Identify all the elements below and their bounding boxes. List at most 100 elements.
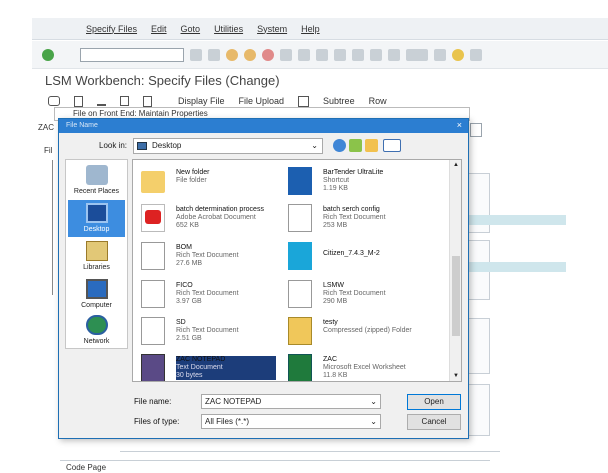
chevron-down-icon: ⌄	[311, 141, 318, 150]
places-bar: Recent Places Desktop Libraries Computer…	[65, 159, 128, 349]
delete-icon[interactable]	[120, 96, 129, 106]
cancel-button[interactable]: Cancel	[407, 414, 461, 430]
edit-icon[interactable]	[97, 97, 106, 106]
file-item-selected[interactable]: ZAC NOTEPAD Text Document 30 bytes	[138, 350, 288, 381]
find-icon[interactable]	[298, 48, 310, 61]
pdf-icon	[141, 204, 165, 232]
save-icon[interactable]	[208, 48, 220, 61]
menu-item-system[interactable]: System	[257, 24, 287, 34]
file-size: 27.6 MB	[176, 260, 203, 267]
find-next-icon[interactable]	[316, 48, 328, 61]
file-name-label: File name:	[134, 397, 172, 406]
stop-icon[interactable]	[262, 48, 274, 61]
place-recent-places[interactable]: Recent Places	[68, 162, 125, 199]
back-icon[interactable]	[190, 48, 202, 61]
open-button[interactable]: Open	[407, 394, 461, 410]
view-menu-icon[interactable]	[383, 139, 401, 152]
file-type: Rich Text Document	[176, 327, 239, 334]
bg-bottom-line	[60, 460, 490, 461]
file-item[interactable]: batch determination process Adobe Acrobat…	[138, 200, 288, 236]
first-page-icon[interactable]	[334, 48, 346, 61]
file-item[interactable]: BarTender UltraLite Shortcut 1.19 KB	[285, 163, 435, 199]
file-size: 1.19 KB	[323, 185, 348, 192]
citizen-icon	[288, 242, 312, 270]
scroll-down-icon[interactable]: ▼	[453, 373, 459, 379]
desktop-small-icon	[137, 142, 147, 150]
layout-menu-icon[interactable]	[434, 48, 446, 61]
vertical-scrollbar[interactable]: ▲ ▼	[449, 160, 461, 381]
file-size: 652 KB	[176, 222, 199, 229]
network-icon	[86, 315, 108, 335]
display-file-button[interactable]: Display File	[178, 96, 225, 106]
back-nav-icon[interactable]	[333, 139, 346, 152]
file-type: Shortcut	[323, 177, 350, 184]
menu-item-specify-files[interactable]: Specify Files	[86, 24, 137, 34]
tree-icon-1[interactable]	[298, 95, 310, 107]
new-doc-icon[interactable]	[74, 95, 83, 107]
next-page-icon[interactable]	[370, 48, 382, 61]
file-size: 2.51 GB	[176, 335, 202, 342]
place-computer[interactable]: Computer	[68, 276, 125, 313]
file-name: BarTender UltraLite	[323, 169, 384, 176]
file-item[interactable]: Citizen_7.4.3_M-2	[285, 238, 435, 274]
menu-item-edit[interactable]: Edit	[151, 24, 167, 34]
bg-radio-row	[120, 440, 500, 452]
enter-icon[interactable]	[42, 48, 54, 61]
help-icon[interactable]	[452, 48, 464, 61]
desktop-icon	[86, 203, 108, 223]
last-page-icon[interactable]	[388, 48, 400, 61]
file-size: 3.97 GB	[176, 298, 202, 305]
row-button[interactable]: Row	[369, 96, 387, 106]
menu-item-goto[interactable]: Goto	[181, 24, 201, 34]
file-name-input[interactable]: ZAC NOTEPAD ⌄	[201, 394, 381, 409]
rtf-icon	[288, 280, 312, 308]
up-folder-icon[interactable]	[349, 139, 362, 152]
file-type: File folder	[176, 177, 207, 184]
file-name: FICO	[176, 282, 193, 289]
scrollbar-thumb[interactable]	[452, 256, 460, 336]
exit-icon[interactable]	[226, 48, 238, 61]
file-item[interactable]: BOM Rich Text Document 27.6 MB	[138, 238, 288, 274]
new-folder-icon[interactable]	[365, 139, 378, 152]
command-field[interactable]	[80, 47, 184, 62]
bg-panel-4	[468, 384, 490, 436]
rtf-icon	[288, 204, 312, 232]
menu-item-utilities[interactable]: Utilities	[214, 24, 243, 34]
subtree-button[interactable]: Subtree	[323, 96, 355, 106]
chevron-down-icon[interactable]: ⌄	[370, 415, 377, 428]
file-name: New folder	[176, 169, 210, 176]
file-item[interactable]: SD Rich Text Document 2.51 GB	[138, 313, 288, 349]
file-type-select[interactable]: All Files (*.*) ⌄	[201, 414, 381, 429]
file-item[interactable]: batch serch config Rich Text Document 253 …	[285, 200, 435, 236]
cancel-icon[interactable]	[244, 48, 256, 61]
glasses-icon[interactable]	[48, 96, 60, 106]
place-desktop[interactable]: Desktop	[68, 200, 125, 237]
file-type: Rich Text Document	[323, 290, 386, 297]
place-network[interactable]: Network	[68, 312, 125, 349]
place-label: Network	[83, 338, 110, 345]
prev-page-icon[interactable]	[352, 48, 364, 61]
look-in-value: Desktop	[152, 141, 182, 150]
file-type: Microsoft Excel Worksheet	[323, 364, 406, 371]
file-type: Rich Text Document	[323, 214, 386, 221]
scroll-up-icon[interactable]: ▲	[453, 162, 459, 168]
close-icon[interactable]: ×	[457, 120, 462, 130]
menu-item-help[interactable]: Help	[301, 24, 320, 34]
file-name: BOM	[176, 244, 192, 251]
copy-icon[interactable]	[143, 95, 152, 107]
file-upload-button[interactable]: File Upload	[239, 96, 285, 106]
print-icon[interactable]	[280, 48, 292, 61]
file-name-value: ZAC NOTEPAD	[205, 397, 262, 406]
place-label: Computer	[81, 302, 112, 309]
file-item[interactable]: New folder File folder	[138, 163, 288, 199]
file-item[interactable]: FICO Rich Text Document 3.97 GB	[138, 276, 288, 312]
layout-icon[interactable]	[406, 48, 428, 61]
settings-icon[interactable]	[470, 48, 482, 61]
file-item[interactable]: testy Compressed (zipped) Folder	[285, 313, 435, 349]
chevron-down-icon[interactable]: ⌄	[370, 395, 377, 408]
file-item[interactable]: LSMW Rich Text Document 290 MB	[285, 276, 435, 312]
file-item[interactable]: ZAC Microsoft Excel Worksheet 11.8 KB	[285, 350, 435, 381]
system-toolbar	[32, 41, 608, 69]
place-libraries[interactable]: Libraries	[68, 238, 125, 275]
look-in-select[interactable]: Desktop ⌄	[133, 138, 323, 154]
